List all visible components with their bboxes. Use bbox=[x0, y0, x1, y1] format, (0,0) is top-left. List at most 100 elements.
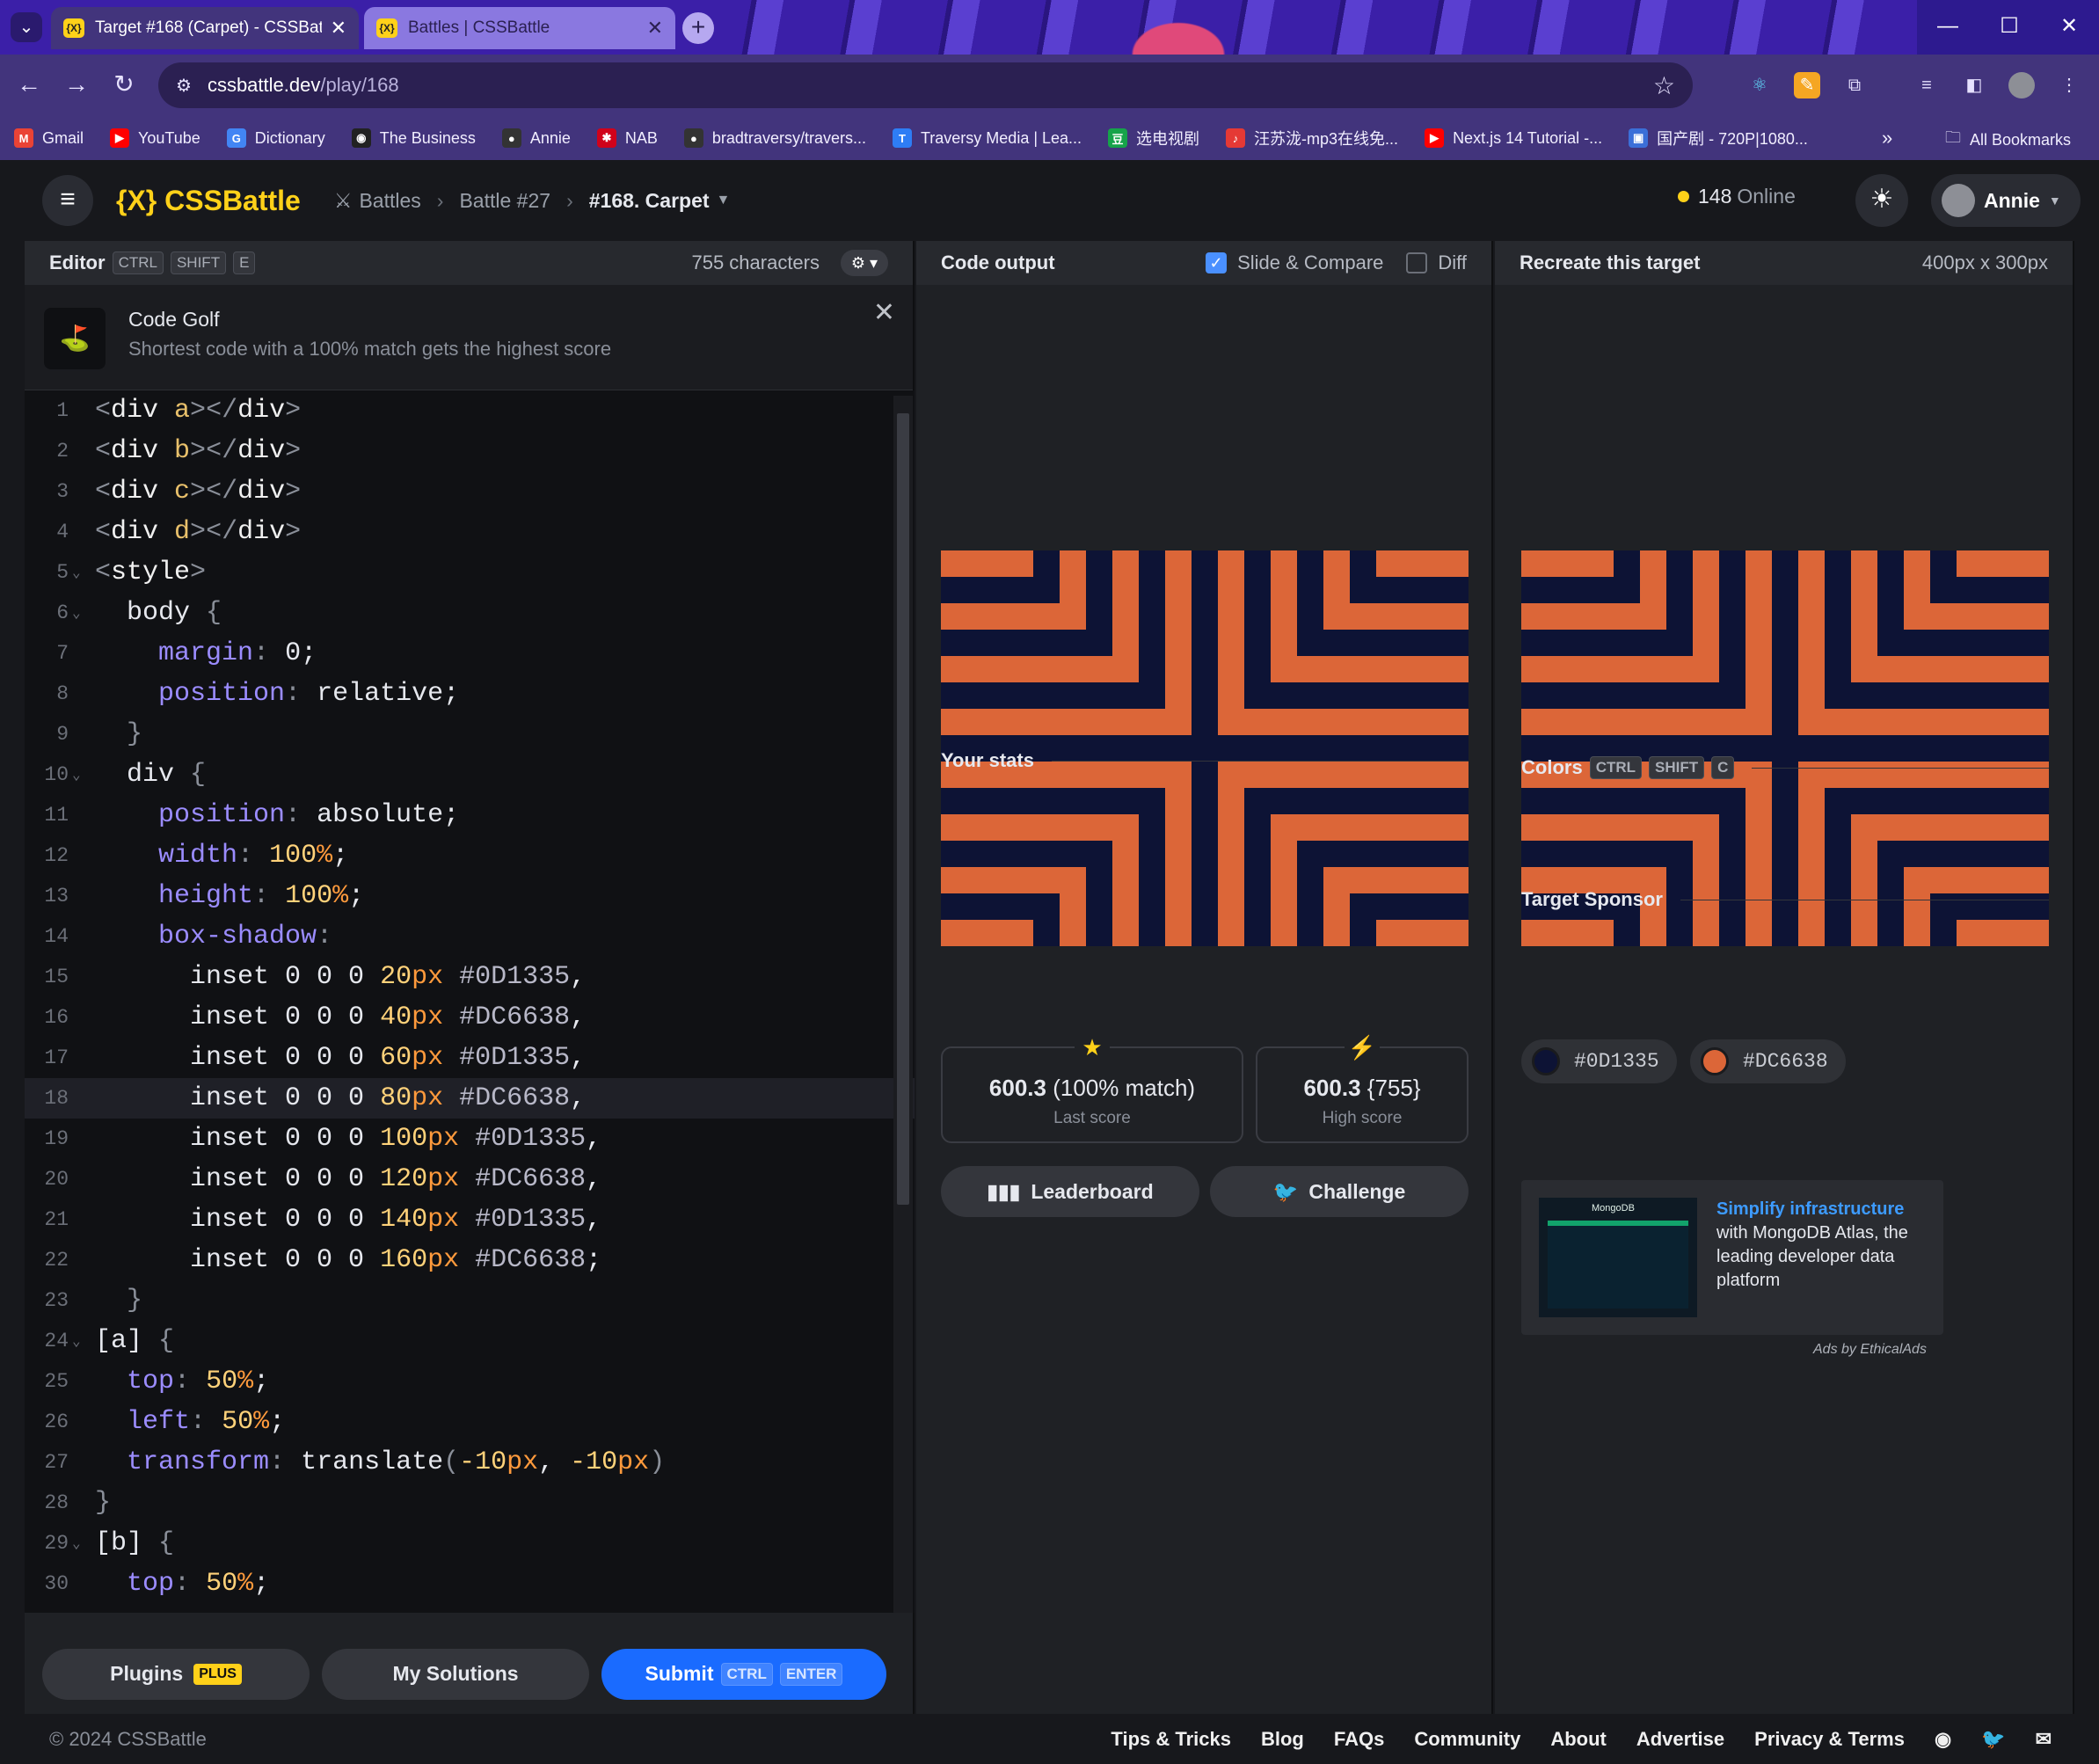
bookmark-9[interactable]: ♪ 汪苏泷-mp3在线免... bbox=[1226, 127, 1398, 149]
editor-scrollbar[interactable] bbox=[893, 396, 913, 1613]
leaderboard-button[interactable]: ▮▮▮ Leaderboard bbox=[941, 1166, 1199, 1217]
tab-target-168[interactable]: {X} Target #168 (Carpet) - CSSBattle ✕ bbox=[51, 7, 359, 49]
profile-avatar-icon[interactable] bbox=[2008, 72, 2035, 98]
new-tab-button[interactable]: + bbox=[682, 12, 714, 44]
theme-toggle-sun-icon[interactable]: ☀ bbox=[1855, 174, 1908, 227]
close-window-button[interactable]: ✕ bbox=[2038, 0, 2099, 55]
slide-compare-toggle[interactable]: ✓ Slide & Compare bbox=[1206, 251, 1383, 274]
bookmark-8[interactable]: 豆选电视剧 bbox=[1108, 127, 1199, 149]
editor-settings-gear-icon[interactable]: ⚙ ▾ bbox=[841, 250, 888, 276]
bookmark-11[interactable]: ▣ 国产剧 - 720P|1080... bbox=[1629, 127, 1808, 149]
code-line[interactable]: 27 transform: translate(-10px, -10px) bbox=[25, 1442, 915, 1483]
code-line[interactable]: 1 <div a></div> bbox=[25, 390, 915, 431]
forward-arrow-icon[interactable]: → bbox=[60, 69, 93, 102]
bookmark-7[interactable]: T Traversy Media | Lea... bbox=[892, 128, 1082, 148]
code-line[interactable]: 14 box-shadow: bbox=[25, 916, 915, 957]
code-line[interactable]: 4 <div d></div> bbox=[25, 512, 915, 552]
close-tab-icon[interactable]: ✕ bbox=[331, 17, 346, 40]
bookmark-3[interactable]: ◉ The Business bbox=[351, 128, 476, 148]
bookmark-star-icon[interactable]: ☆ bbox=[1653, 71, 1675, 100]
back-arrow-icon[interactable]: ← bbox=[12, 69, 46, 102]
code-line[interactable]: 20 inset 0 0 0 120px #DC6638, bbox=[25, 1159, 915, 1199]
close-tab-icon[interactable]: ✕ bbox=[647, 17, 663, 40]
more-bookmarks-chevron-icon[interactable]: » bbox=[1882, 127, 1892, 149]
crumb-current-target[interactable]: #168. Carpet bbox=[589, 189, 710, 213]
all-bookmarks-button[interactable]: 🗀 All Bookmarks bbox=[1945, 127, 2071, 153]
checkbox-checked-icon[interactable]: ✓ bbox=[1206, 252, 1228, 273]
tab-battles[interactable]: {X} Battles | CSSBattle ✕ bbox=[364, 7, 675, 49]
address-bar[interactable]: ⚙ cssbattle.dev/play/168 ☆ bbox=[158, 62, 1693, 108]
my-solutions-button[interactable]: My Solutions bbox=[322, 1648, 589, 1700]
user-menu-button[interactable]: Annie ▼ bbox=[1931, 174, 2081, 227]
footer-link-blog[interactable]: Blog bbox=[1261, 1728, 1304, 1751]
discord-icon[interactable]: ◉ bbox=[1935, 1728, 1951, 1751]
code-line[interactable]: 8 position: relative; bbox=[25, 674, 915, 714]
footer-link-about[interactable]: About bbox=[1550, 1728, 1607, 1751]
code-line[interactable]: 13 height: 100%; bbox=[25, 876, 915, 916]
code-line[interactable]: 5 ⌄ <style> bbox=[25, 552, 915, 593]
diff-toggle[interactable]: Diff bbox=[1406, 251, 1467, 274]
fold-chevron-icon[interactable]: ⌄ bbox=[72, 1534, 86, 1552]
ethicalads-link[interactable]: Ads by EthicalAds bbox=[1813, 1342, 1927, 1358]
code-line[interactable]: 21 inset 0 0 0 140px #0D1335, bbox=[25, 1199, 915, 1240]
crumb-battles[interactable]: Battles bbox=[359, 189, 420, 213]
maximize-button[interactable]: ☐ bbox=[1979, 0, 2040, 55]
footer-link-privacy[interactable]: Privacy & Terms bbox=[1754, 1728, 1905, 1751]
extensions-puzzle-icon[interactable]: ⧉ bbox=[1841, 72, 1868, 98]
crumb-battle-27[interactable]: Battle #27 bbox=[459, 189, 550, 213]
color-chip-navy[interactable]: #0D1335 bbox=[1521, 1039, 1677, 1083]
plugins-button[interactable]: Plugins PLUS bbox=[42, 1648, 310, 1700]
react-devtools-icon[interactable]: ⚛ bbox=[1746, 72, 1773, 98]
code-line[interactable]: 2 <div b></div> bbox=[25, 431, 915, 471]
url-text[interactable]: cssbattle.dev/play/168 bbox=[208, 74, 1653, 97]
code-line[interactable]: 6 ⌄ body { bbox=[25, 593, 915, 633]
mail-icon[interactable]: ✉ bbox=[2036, 1728, 2052, 1751]
footer-link-community[interactable]: Community bbox=[1414, 1728, 1520, 1751]
cssbattle-logo[interactable]: {X} CSSBattle bbox=[116, 185, 301, 217]
code-line[interactable]: 24 ⌄ [a] { bbox=[25, 1321, 915, 1361]
fold-chevron-icon[interactable]: ⌄ bbox=[72, 1332, 86, 1350]
sponsor-ad[interactable]: MongoDB Simplify infrastructure with Mon… bbox=[1521, 1180, 1943, 1335]
reload-icon[interactable]: ↻ bbox=[107, 69, 141, 102]
code-line[interactable]: 19 inset 0 0 0 100px #0D1335, bbox=[25, 1119, 915, 1159]
output-render[interactable] bbox=[941, 550, 1469, 946]
code-line[interactable]: 12 width: 100%; bbox=[25, 835, 915, 876]
footer-link-advertise[interactable]: Advertise bbox=[1636, 1728, 1724, 1751]
code-line[interactable]: 29 ⌄ [b] { bbox=[25, 1523, 915, 1564]
color-chip-orange[interactable]: #DC6638 bbox=[1690, 1039, 1846, 1083]
code-line[interactable]: 23 } bbox=[25, 1280, 915, 1321]
code-line[interactable]: 30 top: 50%; bbox=[25, 1564, 915, 1604]
code-line[interactable]: 3 <div c></div> bbox=[25, 471, 915, 512]
chevron-down-icon[interactable]: ▼ bbox=[717, 193, 731, 208]
scrollbar-thumb[interactable] bbox=[897, 413, 909, 1205]
code-editor[interactable]: 1 <div a></div> 2 <div b></div> 3 <div c></di… bbox=[25, 390, 915, 1613]
code-line[interactable]: 15 inset 0 0 0 20px #0D1335, bbox=[25, 957, 915, 997]
tab-search-button[interactable]: ⌄ bbox=[11, 12, 42, 42]
bookmark-1[interactable]: ▶ YouTube bbox=[110, 128, 200, 148]
code-line[interactable]: 17 inset 0 0 0 60px #0D1335, bbox=[25, 1038, 915, 1078]
footer-link-tips[interactable]: Tips & Tricks bbox=[1111, 1728, 1231, 1751]
code-line[interactable]: 9 } bbox=[25, 714, 915, 754]
fold-chevron-icon[interactable]: ⌄ bbox=[72, 766, 86, 784]
minimize-button[interactable]: — bbox=[1917, 0, 1979, 55]
code-line[interactable]: 25 top: 50%; bbox=[25, 1361, 915, 1402]
media-controls-icon[interactable]: ≡ bbox=[1913, 72, 1940, 98]
submit-button[interactable]: Submit CTRL ENTER bbox=[601, 1648, 886, 1700]
bookmark-4[interactable]: ● Annie bbox=[501, 128, 571, 148]
bookmark-2[interactable]: G Dictionary bbox=[226, 128, 325, 148]
bookmark-6[interactable]: ● bradtraversy/travers... bbox=[683, 128, 866, 148]
code-line[interactable]: 22 inset 0 0 0 160px #DC6638; bbox=[25, 1240, 915, 1280]
challenge-button[interactable]: 🐦 Challenge bbox=[1210, 1166, 1469, 1217]
code-line[interactable]: 10 ⌄ div { bbox=[25, 754, 915, 795]
site-info-icon[interactable]: ⚙ bbox=[176, 75, 192, 97]
close-icon[interactable]: ✕ bbox=[873, 297, 895, 328]
bookmark-0[interactable]: M Gmail bbox=[14, 128, 84, 148]
code-line[interactable]: 7 margin: 0; bbox=[25, 633, 915, 674]
checkbox-icon[interactable] bbox=[1406, 252, 1428, 273]
fold-chevron-icon[interactable]: ⌄ bbox=[72, 564, 86, 581]
bookmark-5[interactable]: ✱ NAB bbox=[596, 128, 658, 148]
footer-link-faqs[interactable]: FAQs bbox=[1334, 1728, 1384, 1751]
code-line[interactable]: 28} bbox=[25, 1483, 915, 1523]
code-line[interactable]: 11 position: absolute; bbox=[25, 795, 915, 835]
twitter-icon[interactable]: 🐦 bbox=[1981, 1728, 2005, 1751]
